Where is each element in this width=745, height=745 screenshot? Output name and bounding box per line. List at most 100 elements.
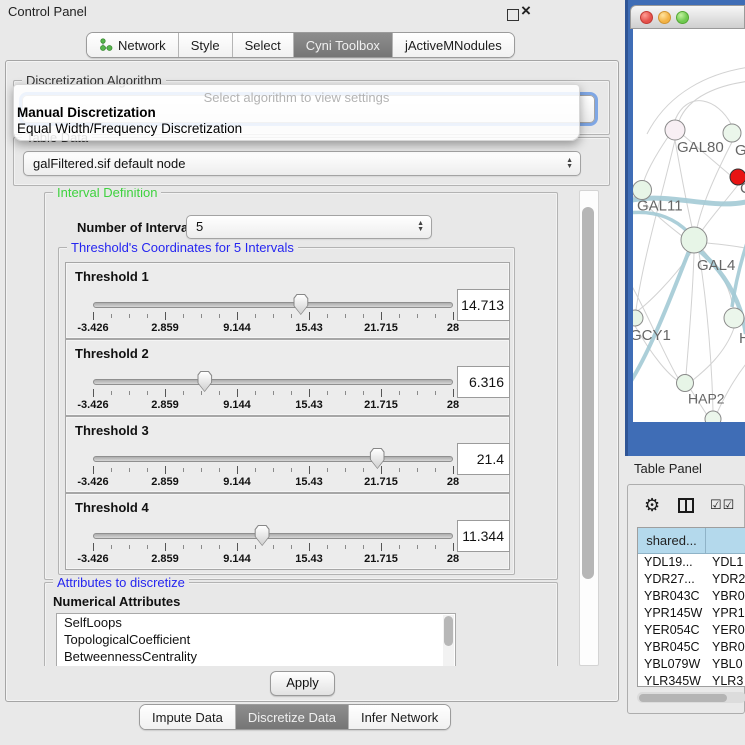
slider-track[interactable]: [93, 456, 453, 462]
slider-tick: [111, 391, 112, 395]
tab-jactivemnodules[interactable]: jActiveMNodules: [393, 33, 514, 57]
slider-tick: [435, 468, 436, 472]
close-panel-icon[interactable]: ×: [521, 1, 531, 21]
table-cell[interactable]: YDL1: [706, 554, 745, 571]
table-row[interactable]: YDR27...YDR2: [638, 571, 745, 588]
network-node[interactable]: [723, 124, 741, 142]
network-window-titlebar[interactable]: [630, 5, 745, 29]
slider-track[interactable]: [93, 379, 453, 385]
popup-option-manual[interactable]: Manual Discretization: [17, 105, 156, 120]
apply-button[interactable]: Apply: [270, 671, 335, 696]
table-data-combobox[interactable]: galFiltered.sif default node ▲▼: [23, 151, 581, 176]
slider-tick: [255, 468, 256, 472]
attribute-list-item[interactable]: SelfLoops: [57, 614, 455, 631]
table-cell[interactable]: YBR043C: [638, 588, 706, 605]
threshold-value-field[interactable]: 21.4: [457, 443, 510, 475]
tab-label: Network: [118, 38, 166, 53]
network-node[interactable]: [705, 411, 721, 422]
attributes-group: Attributes to discretize Numerical Attri…: [44, 582, 558, 666]
slider-tick: [417, 391, 418, 395]
main-vertical-scrollbar[interactable]: [579, 190, 599, 666]
table-row[interactable]: YBR043CYBR0: [638, 588, 745, 605]
tab-infer-network[interactable]: Infer Network: [349, 705, 450, 729]
table-row[interactable]: YDL19...YDL1: [638, 554, 745, 571]
slider-track[interactable]: [93, 533, 453, 539]
slider-tick: [165, 466, 166, 474]
threshold-value-field[interactable]: 6.316: [457, 366, 510, 398]
table-column-header[interactable]: n: [706, 528, 745, 553]
select-columns-icon[interactable]: ☑☑: [710, 497, 735, 513]
network-node[interactable]: [665, 120, 685, 140]
slider-track[interactable]: [93, 302, 453, 308]
table-cell[interactable]: YPR145W: [638, 605, 706, 622]
slider-tick-label: -3.426: [77, 322, 108, 334]
table-cell[interactable]: YER0: [706, 622, 745, 639]
popup-hint: Select algorithm to view settings: [14, 90, 579, 105]
table-cell[interactable]: YBL079W: [638, 656, 706, 673]
slider-tick-label: 9.144: [223, 476, 251, 488]
slider-thumb[interactable]: [370, 448, 385, 469]
popup-option-equal-width[interactable]: Equal Width/Frequency Discretization: [17, 121, 242, 136]
numerical-attributes-list[interactable]: SelfLoopsTopologicalCoefficientBetweenne…: [56, 613, 456, 666]
slider-tick: [273, 468, 274, 472]
threshold-value-field[interactable]: 11.344: [457, 520, 510, 552]
tab-style[interactable]: Style: [179, 33, 233, 57]
slider-tick-label: 9.144: [223, 399, 251, 411]
scrollbar-thumb[interactable]: [582, 207, 594, 579]
network-canvas[interactable]: GAL80GACGAL11GAL4GCY1HHAP2: [633, 29, 745, 422]
table-row[interactable]: YLR345WYLR3: [638, 673, 745, 687]
table-horizontal-scrollbar[interactable]: [637, 692, 745, 703]
table-row[interactable]: YPR145WYPR1: [638, 605, 745, 622]
gear-icon[interactable]: ⚙: [644, 495, 660, 516]
table-cell[interactable]: YDR27...: [638, 571, 706, 588]
tab-select[interactable]: Select: [233, 33, 294, 57]
slider-thumb[interactable]: [293, 294, 308, 315]
zoom-window-light[interactable]: [676, 11, 689, 24]
table-row[interactable]: YBL079WYBL0: [638, 656, 745, 673]
float-panel-icon[interactable]: [507, 9, 519, 21]
table-cell[interactable]: YBR0: [706, 588, 745, 605]
attributes-list-scrollbar[interactable]: [443, 615, 454, 666]
table-cell[interactable]: YDL19...: [638, 554, 706, 571]
slider-tick-label: 28: [447, 476, 459, 488]
threshold-slider: -3.4262.8599.14415.4321.71528: [93, 374, 453, 412]
scrollbar-thumb[interactable]: [639, 694, 727, 702]
table-row[interactable]: YBR045CYBR0: [638, 639, 745, 656]
table-cell[interactable]: YBR045C: [638, 639, 706, 656]
table-cell[interactable]: YLR345W: [638, 673, 706, 687]
application: Control Panel × Network Style Select Cyn…: [0, 0, 745, 745]
threshold-value-field[interactable]: 14.713: [457, 289, 510, 321]
slider-thumb[interactable]: [255, 525, 270, 546]
attribute-list-item[interactable]: BetweennessCentrality: [57, 648, 455, 665]
tab-network[interactable]: Network: [87, 33, 179, 57]
network-node[interactable]: [681, 227, 707, 253]
slider-tick: [363, 391, 364, 395]
slider-thumb[interactable]: [197, 371, 212, 392]
slider-tick: [327, 545, 328, 549]
slider-tick-label: 2.859: [151, 553, 179, 565]
table-row[interactable]: YER054CYER0: [638, 622, 745, 639]
slider-tick: [291, 468, 292, 472]
table-cell[interactable]: YBR0: [706, 639, 745, 656]
threshold-label: Threshold 2: [75, 346, 149, 361]
table-cell[interactable]: YDR2: [706, 571, 745, 588]
network-node[interactable]: [633, 310, 643, 326]
slider-tick: [309, 312, 310, 320]
tab-cyni-toolbox[interactable]: Cyni Toolbox: [294, 33, 393, 57]
tab-discretize-data[interactable]: Discretize Data: [236, 705, 349, 729]
split-columns-icon[interactable]: [678, 498, 694, 513]
table-cell[interactable]: YBL0: [706, 656, 745, 673]
table-column-header[interactable]: shared...: [638, 528, 706, 553]
close-window-light[interactable]: [640, 11, 653, 24]
network-node[interactable]: [677, 375, 694, 392]
table-cell[interactable]: YER054C: [638, 622, 706, 639]
slider-tick: [363, 314, 364, 318]
tab-impute-data[interactable]: Impute Data: [140, 705, 236, 729]
table-cell[interactable]: YLR3: [706, 673, 745, 687]
table-cell[interactable]: YPR1: [706, 605, 745, 622]
network-node[interactable]: [724, 308, 744, 328]
slider-tick: [291, 314, 292, 318]
number-of-intervals-combobox[interactable]: 5 ▲▼: [186, 215, 432, 239]
minimize-window-light[interactable]: [658, 11, 671, 24]
attribute-list-item[interactable]: TopologicalCoefficient: [57, 631, 455, 648]
